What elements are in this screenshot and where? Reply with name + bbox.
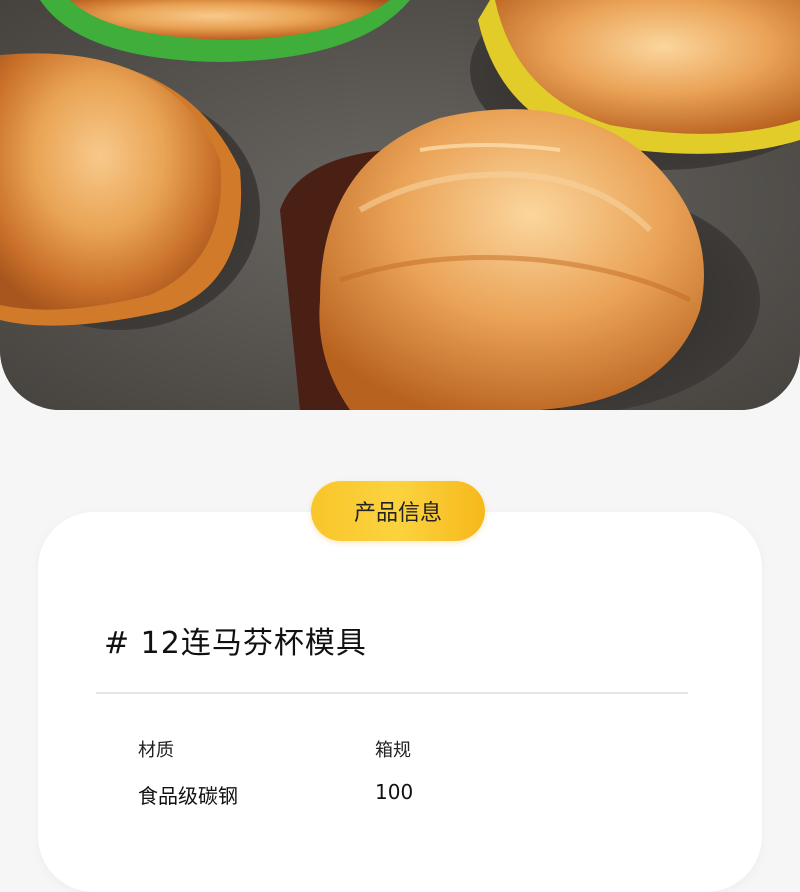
spec-value-carton: 100 <box>375 780 414 804</box>
divider <box>96 692 688 694</box>
spec-label-carton: 箱规 <box>375 740 411 761</box>
hero-product-photo <box>0 0 800 410</box>
product-title: # 12连马芬杯模具 <box>104 626 367 661</box>
muffin-pastry-photo-icon <box>0 0 800 410</box>
spec-value-material: 食品级碳钢 <box>138 784 238 808</box>
spec-label-material: 材质 <box>138 740 174 761</box>
product-info-badge: 产品信息 <box>311 481 485 541</box>
product-info-card <box>38 512 762 892</box>
